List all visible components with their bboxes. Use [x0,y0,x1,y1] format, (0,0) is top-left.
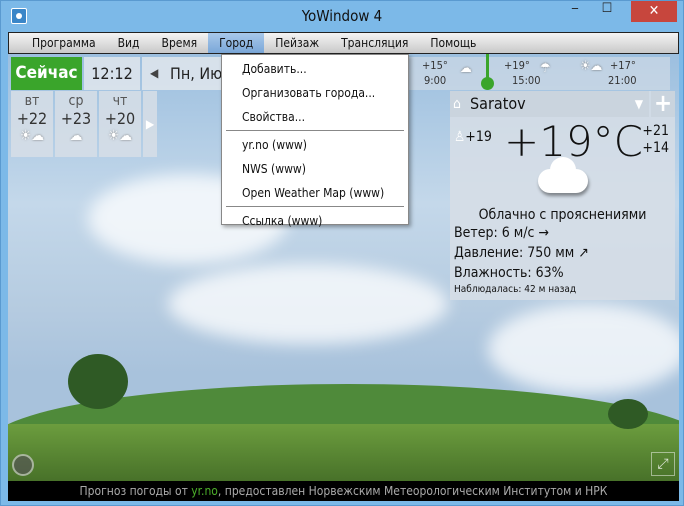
menu-item-organize[interactable]: Организовать города... [222,81,408,105]
day-name: чт [112,93,128,109]
tree [608,399,648,429]
menu-separator [226,130,404,131]
rain-icon: ☂ [540,61,551,76]
forecast-days: вт +22 ☀☁ ср +23 ☁ чт +20 ☀☁ ▶ [11,91,157,157]
menu-view[interactable]: Вид [107,33,151,53]
hour-time: 9:00 [424,74,447,87]
high-temp: +21 [642,123,669,139]
yrno-link[interactable]: yr.no [191,484,218,498]
city-name: Saratov [470,94,526,113]
menu-landscape[interactable]: Пейзаж [264,33,330,53]
home-icon: ⌂ [453,96,461,112]
menu-item-link[interactable]: Ссылка (www) [222,209,408,233]
maximize-button[interactable]: ☐ [593,1,621,22]
hour-temp: +17° [610,59,636,72]
minimize-button[interactable]: ‒ [561,1,589,22]
menu-item-openweathermap[interactable]: Open Weather Map (www) [222,181,408,205]
menu-separator [226,206,404,207]
hourly-timeline[interactable]: +15° 9:00 ☁ +19° 15:00 ☂ ☀☁ +17° 21:00 [408,54,670,90]
feels-like-value: +19 [465,129,492,145]
now-button[interactable]: Сейчас [11,57,82,90]
day-name: ср [68,93,84,109]
menu-time[interactable]: Время [151,33,209,53]
current-temperature: +19°C [504,117,643,166]
pressure: Давление: 750 мм ↗ [454,245,589,261]
observed-time: Наблюдалась: 42 м назад [454,284,577,295]
ball-icon[interactable] [12,454,34,476]
menu-bar: Программа Вид Время Город Пейзаж Трансля… [8,32,679,54]
menu-program[interactable]: Программа [21,33,107,53]
partly-cloudy-icon: ☀☁ [580,59,603,74]
forecast-day[interactable]: вт +22 ☀☁ [11,91,53,157]
title-bar: YoWindow 4 ‒ ☐ ✕ [1,1,683,31]
menu-item-nws[interactable]: NWS (www) [222,157,408,181]
menu-item-add[interactable]: Добавить... [222,57,408,81]
tree [68,354,128,409]
hour-temp: +19° [504,59,530,72]
day-name: вт [24,93,40,109]
fullscreen-icon[interactable]: ⤢ [651,452,675,476]
add-city-button[interactable]: + [651,91,675,117]
close-button[interactable]: ✕ [631,1,677,22]
hour-time: 21:00 [608,74,637,87]
day-temp: +23 [60,109,92,128]
forecast-day[interactable]: ср +23 ☁ [55,91,97,157]
footer-suffix: , предоставлен Норвежским Метеорологичес… [217,484,608,498]
day-temp: +20 [104,109,136,128]
day-temp: +22 [16,109,48,128]
date-label: Пн, Ию [170,64,223,83]
person-icon: ♙ [454,129,466,145]
cloud-icon [538,157,588,193]
current-weather-panel: ⌂ Saratov ▼ + ♙+19 +19°C +21 +14 Облачно … [450,91,675,300]
prev-day-icon[interactable]: ◀ [150,57,158,90]
menu-item-properties[interactable]: Свойства... [222,105,408,129]
humidity: Влажность: 63% [454,265,564,281]
low-temp: +14 [642,140,669,156]
next-days-icon[interactable]: ▶ [143,91,157,157]
sky-cloud [488,304,679,394]
footer-credit: Прогноз погоды от yr.no, предоставлен Но… [8,481,679,501]
high-low: +21 +14 [642,123,669,157]
menu-broadcast[interactable]: Трансляция [330,33,419,53]
menu-help[interactable]: Помощь [419,33,487,53]
footer-prefix: Прогноз погоды от [79,484,192,498]
cloud-icon: ☁ [460,61,472,76]
feels-like: ♙+19 [454,129,492,145]
cloud-icon: ☁ [69,128,83,144]
forecast-day[interactable]: чт +20 ☀☁ [99,91,141,157]
menu-item-yrno[interactable]: yr.no (www) [222,133,408,157]
weather-description: Облачно с прояснениями [478,207,647,223]
dropdown-icon[interactable]: ▼ [635,91,643,117]
current-time: 12:12 [84,57,140,90]
sky-cloud [168,264,448,344]
partly-cloudy-icon: ☀☁ [108,128,132,144]
hour-temp: +15° [422,59,448,72]
city-menu-dropdown: Добавить... Организовать города... Свойс… [221,54,409,228]
ground [8,424,679,481]
wind: Ветер: 6 м/с → [454,225,549,241]
date-display[interactable]: ◀ Пн, Ию [142,57,232,90]
partly-cloudy-icon: ☀☁ [20,128,44,144]
time-marker-handle[interactable] [481,77,494,90]
city-selector[interactable]: ⌂ Saratov ▼ [450,91,649,117]
app-window: YoWindow 4 ‒ ☐ ✕ Программа Вид Время Гор… [0,0,684,506]
hour-time: 15:00 [512,74,541,87]
menu-city[interactable]: Город [208,33,265,53]
